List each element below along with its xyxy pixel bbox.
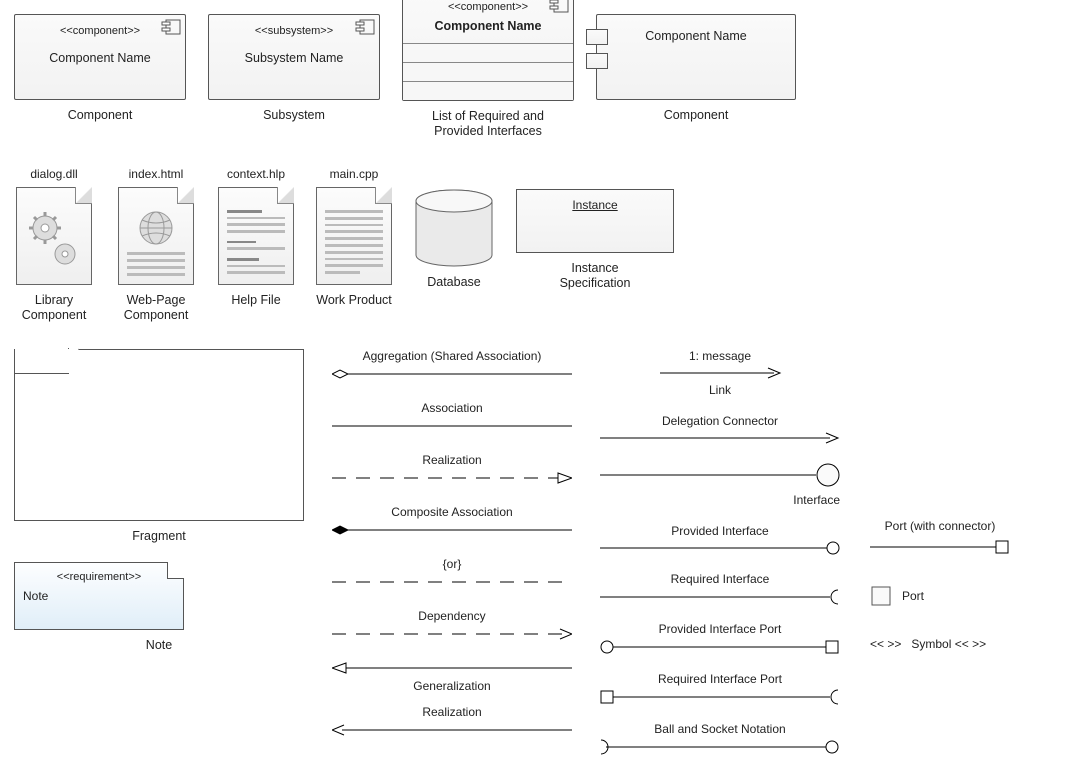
file-name: dialog.dll [30,167,77,181]
text-lines-icon [325,210,383,274]
provided-interface-port: Provided Interface Port [600,622,840,658]
help-file: context.hlp Help File [218,167,294,308]
required-interface-port: Required Interface Port [600,672,840,708]
caption: Work Product [316,293,392,308]
or-constraint-line: {or} [332,557,572,589]
caption: Instance Specification [545,261,645,291]
dependency-line: Dependency [332,609,572,641]
caption: Help File [231,293,280,308]
caption: Library Component [14,293,94,323]
required-interface: Required Interface [600,572,840,608]
caption: Component [68,108,133,123]
caption: Component [664,108,729,123]
compartments [403,43,573,100]
note-shape: <<requirement>> Note Note [14,562,304,653]
work-product: main.cpp Work Product [316,167,392,308]
association-line: Association [332,401,572,433]
component-with-ports: Component Name Component [596,14,796,123]
provided-interface: Provided Interface [600,524,840,558]
port-icon [870,585,892,607]
interface-line: Interface [600,462,840,510]
component-name: Component Name [27,51,173,65]
connectors-column-2: 1: message Link Delegation Connector Int… [600,349,840,758]
port-icon [586,29,608,45]
instance-specification: Instance Instance Specification [516,167,674,291]
realization-line: Realization [332,453,572,485]
caption: Note [146,638,172,653]
database-icon [414,189,494,267]
database-shape: Database [414,167,494,290]
component-icon [355,19,375,38]
composite-association-line: Composite Association [332,505,572,537]
link-line: 1: message Link [600,349,840,400]
port-icon [586,53,608,69]
web-page-component: index.html Web-Page Component [116,167,196,323]
note-body: Note [23,589,175,603]
row-components: <<component>> Component Name Component <… [14,14,1076,139]
list-interfaces-shape: <<component>> Component Name List of Req… [402,0,574,139]
symbol-stereotype: << >> Symbol << >> [870,637,1010,651]
caption: Subsystem [263,108,325,123]
connectors-column-1: Aggregation (Shared Association) Associa… [332,349,572,737]
side-column: Port (with connector) Port << >> Symbol … [870,519,1010,673]
port-symbol: Port [870,585,1010,607]
port-with-connector: Port (with connector) [870,519,1010,555]
component-name: Component Name [403,19,573,33]
delegation-connector: Delegation Connector [600,414,840,448]
stereotype: <<component>> [403,1,573,13]
text-lines-icon [227,210,285,274]
caption: List of Required and Provided Interfaces [413,109,563,139]
component-icon [161,19,181,38]
library-component: dialog.dll Library Component [14,167,94,323]
row-connectors: Fragment <<requirement>> Note Note Aggre… [14,349,1076,758]
caption: Web-Page Component [116,293,196,323]
stereotype: <<requirement>> [23,571,175,583]
file-name: context.hlp [227,167,285,181]
ball-socket-notation: Ball and Socket Notation [600,722,840,758]
realization-arrow-line: Realization [332,705,572,737]
fragment-shape: Fragment [14,349,304,544]
subsystem-name: Subsystem Name [221,51,367,65]
stereotype: <<subsystem>> [221,25,367,37]
stereotype: <<component>> [27,25,173,37]
file-name: index.html [129,167,184,181]
subsystem-shape: <<subsystem>> Subsystem Name Subsystem [208,14,380,123]
file-name: main.cpp [330,167,379,181]
aggregation-line: Aggregation (Shared Association) [332,349,572,381]
row-files: dialog.dll Library Component [14,167,1076,323]
caption: Fragment [132,529,186,544]
component-name: Component Name [609,29,783,43]
component-icon [549,0,569,16]
instance-name: Instance [572,198,617,252]
gears-icon [25,210,83,274]
globe-icon [127,210,185,246]
generalization-line: Generalization [332,661,572,697]
caption: Database [427,275,481,290]
component-shape: <<component>> Component Name Component [14,14,186,123]
